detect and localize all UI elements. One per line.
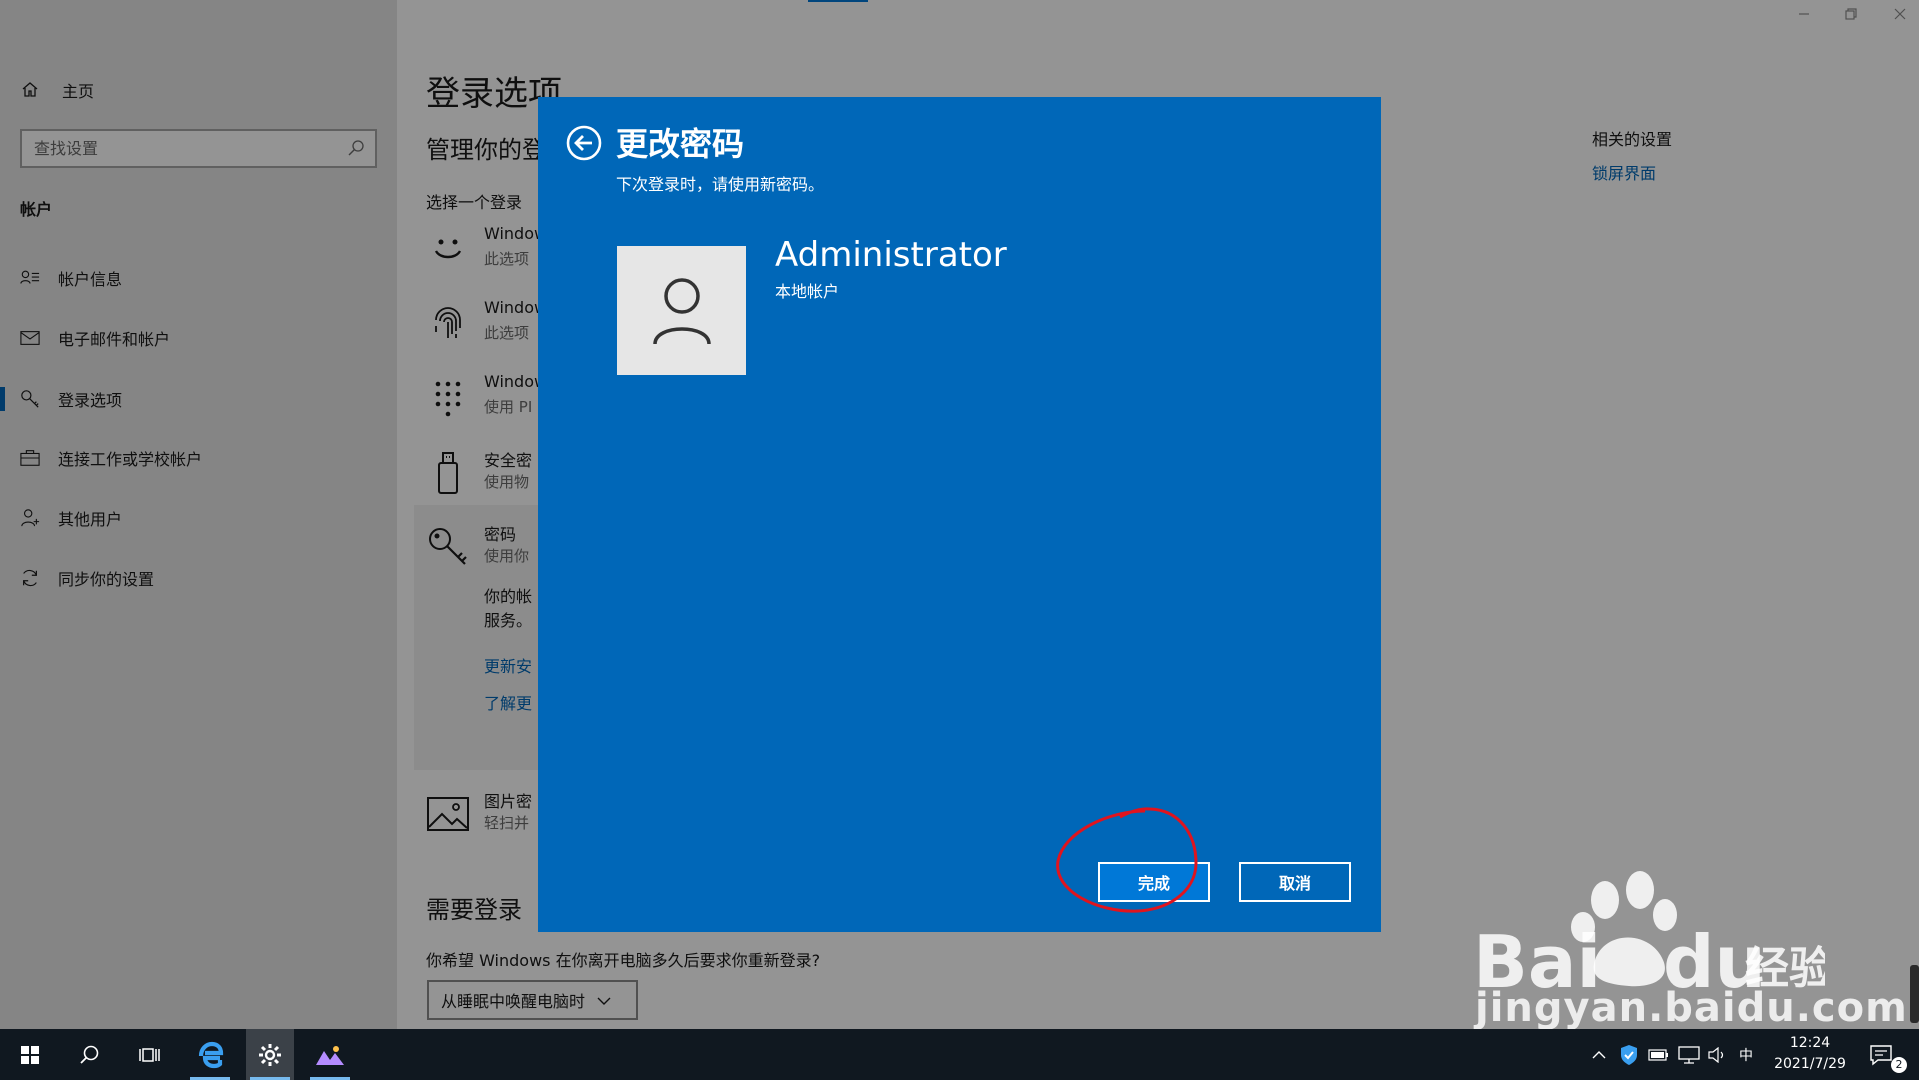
search-icon	[80, 1045, 99, 1064]
chevron-up-icon[interactable]	[1588, 1029, 1610, 1080]
user-account-type: 本地帐户	[775, 282, 840, 301]
task-view-icon	[139, 1047, 160, 1062]
watermark-text: jingyan.baidu.com	[1475, 985, 1908, 1031]
security-shield-icon[interactable]	[1616, 1029, 1642, 1080]
notification-icon	[1870, 1044, 1892, 1065]
network-icon[interactable]	[1676, 1029, 1702, 1080]
photos-app-icon	[316, 1045, 344, 1065]
volume-icon[interactable]	[1704, 1029, 1730, 1080]
clock[interactable]: 12:24 2021/7/29	[1760, 1033, 1860, 1075]
clock-date: 2021/7/29	[1774, 1056, 1846, 1072]
user-name: Administrator	[775, 235, 1007, 275]
battery-icon[interactable]	[1646, 1029, 1672, 1080]
taskbar-settings-button[interactable]	[246, 1029, 294, 1080]
notification-center-button[interactable]	[1866, 1029, 1896, 1080]
gear-icon	[259, 1043, 281, 1066]
settings-window: 设置 主页 帐户 帐户信	[0, 0, 1919, 1031]
taskbar-edge-button[interactable]	[186, 1029, 234, 1080]
change-password-dialog: 更改密码 下次登录时，请使用新密码。 Administrator 本地帐户 完成…	[538, 97, 1381, 932]
cancel-button[interactable]: 取消	[1239, 862, 1351, 902]
start-button[interactable]	[6, 1029, 54, 1080]
ime-indicator[interactable]: 中	[1734, 1029, 1758, 1080]
edge-icon	[198, 1041, 224, 1068]
taskbar-search-button[interactable]	[66, 1029, 114, 1080]
notification-count-badge: 2	[1891, 1057, 1907, 1073]
user-icon	[652, 277, 711, 344]
dialog-subtitle: 下次登录时，请使用新密码。	[616, 175, 825, 194]
task-view-button[interactable]	[126, 1029, 174, 1080]
taskbar-photos-button[interactable]	[306, 1029, 354, 1080]
windows-logo-icon	[21, 1045, 39, 1064]
clock-time: 12:24	[1789, 1035, 1831, 1051]
avatar	[617, 246, 746, 375]
red-circle-annotation	[1056, 807, 1198, 913]
taskbar: 中 12:24 2021/7/29	[0, 1029, 1919, 1080]
back-circle-icon[interactable]	[566, 125, 602, 161]
dialog-title: 更改密码	[616, 125, 745, 163]
scrollbar-thumb[interactable]	[1910, 965, 1919, 1023]
